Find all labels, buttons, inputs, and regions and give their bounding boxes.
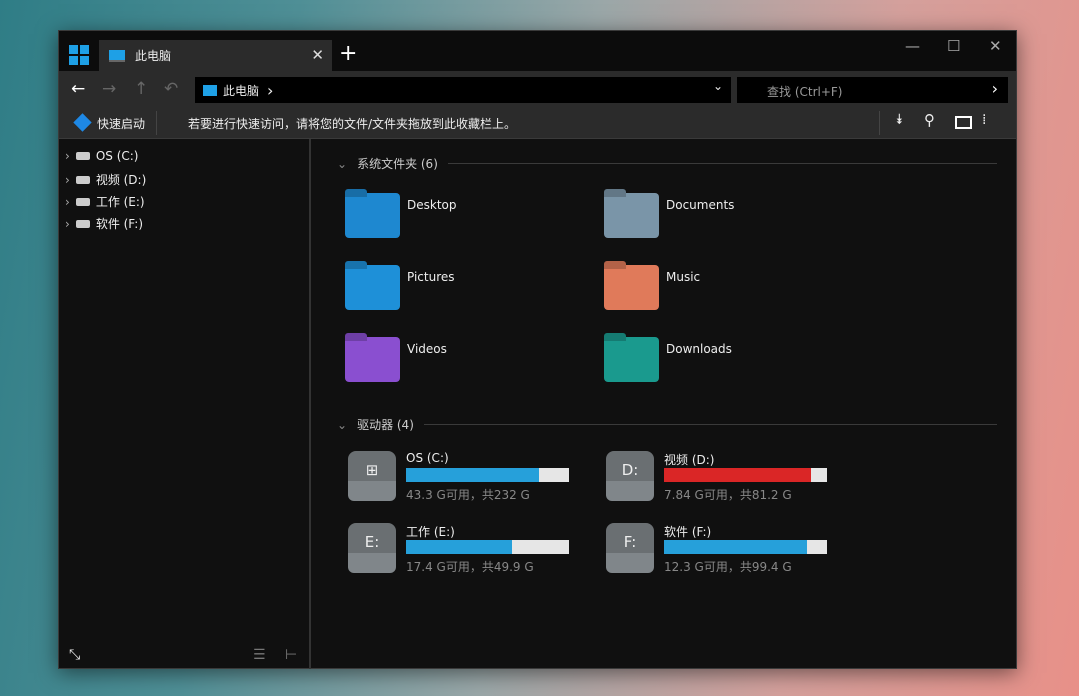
folder-icon (604, 193, 659, 238)
drive-name: OS (C:) (406, 451, 449, 465)
folder-icon (345, 193, 400, 238)
drive-space-info: 43.3 G可用，共232 G (406, 488, 530, 502)
monitor-icon (109, 49, 125, 62)
drive-name: 软件 (F:) (664, 525, 712, 539)
folder-item[interactable]: Pictures (345, 265, 585, 315)
chevron-right-icon[interactable]: › (65, 149, 70, 163)
section-title: 系统文件夹 (6) (357, 157, 438, 171)
drive-space-info: 12.3 G可用，共99.4 G (664, 560, 792, 574)
folder-name: Downloads (666, 342, 732, 356)
drive-icon (75, 175, 90, 184)
drive-usage-bar (406, 468, 569, 482)
chevron-right-icon[interactable]: › (65, 195, 70, 209)
folder-name: Videos (407, 342, 447, 356)
drive-icon (75, 219, 90, 228)
quick-launch-button[interactable]: 快速启动 (97, 115, 145, 132)
folder-icon (604, 337, 659, 382)
tree-item[interactable]: › OS (C:) (65, 149, 138, 163)
outdent-icon[interactable]: ☰ (253, 647, 266, 663)
minimize-button[interactable]: — (905, 37, 920, 55)
folder-item[interactable]: Videos (345, 337, 585, 387)
preview-pane-icon[interactable] (955, 116, 972, 129)
drive-usage-bar (664, 540, 827, 554)
drive-usage-bar (406, 540, 569, 554)
quick-launch-icon (73, 113, 92, 132)
divider (156, 111, 157, 135)
close-window-button[interactable]: ✕ (989, 37, 1002, 55)
chevron-right-icon[interactable]: › (65, 217, 70, 231)
folder-icon (345, 337, 400, 382)
search-go-icon[interactable]: › (992, 79, 998, 98)
drive-icon (75, 197, 90, 206)
folder-item[interactable]: Documents (604, 193, 844, 243)
folder-name: Pictures (407, 270, 455, 284)
address-dropdown-icon[interactable]: ⌄ (713, 79, 723, 93)
new-tab-button[interactable]: + (339, 41, 357, 66)
tree-item[interactable]: › 工作 (E:) (65, 193, 145, 210)
drive-item[interactable]: E: 工作 (E:) 17.4 G可用，共49.9 G (348, 523, 588, 578)
address-bar[interactable]: 此电脑 › ⌄ (195, 77, 731, 103)
folder-icon (345, 265, 400, 310)
maximize-button[interactable]: ☐ (947, 37, 960, 55)
file-explorer-window: 此电脑 ✕ + — ☐ ✕ ← → ↑ ↶ 此电脑 › ⌄ 查找 (Ctrl+F… (58, 30, 1017, 669)
folder-name: Documents (666, 198, 735, 212)
drive-name: 视频 (D:) (664, 453, 715, 467)
hard-drive-icon: F: (606, 523, 654, 573)
tree-item-label: OS (C:) (95, 149, 139, 163)
address-path[interactable]: 此电脑 (223, 82, 259, 99)
folder-item[interactable]: Downloads (604, 337, 844, 387)
search-input[interactable]: 查找 (Ctrl+F) › (737, 77, 1008, 103)
navigation-bar: ← → ↑ ↶ 此电脑 › ⌄ 查找 (Ctrl+F) › (59, 71, 1016, 107)
back-arrow-icon[interactable]: ← (71, 79, 85, 99)
section-title: 驱动器 (4) (357, 418, 414, 432)
tab-label: 此电脑 (135, 49, 172, 63)
section-header-drives[interactable]: ⌄ 驱动器 (4) (337, 416, 997, 433)
folder-item[interactable]: Music (604, 265, 844, 315)
monitor-icon (203, 84, 217, 96)
tab-this-pc[interactable]: 此电脑 ✕ (99, 40, 332, 71)
forward-arrow-icon[interactable]: → (102, 79, 116, 99)
drive-usage-bar (664, 468, 827, 482)
hard-drive-icon: ⊞ (348, 451, 396, 501)
chevron-down-icon: ⌄ (337, 156, 348, 171)
tree-item[interactable]: › 视频 (D:) (65, 171, 146, 188)
favorites-bar: 快速启动 若要进行快速访问，请将您的文件/文件夹拖放到此收藏栏上。 ⯯ ⚲ ⁞ (59, 107, 1016, 139)
hard-drive-icon: D: (606, 451, 654, 501)
section-header-folders[interactable]: ⌄ 系统文件夹 (6) (337, 155, 997, 172)
folder-item[interactable]: Desktop (345, 193, 585, 243)
drive-name: 工作 (E:) (406, 525, 455, 539)
tree-view-icon[interactable]: ⊢ (285, 647, 297, 663)
title-bar: 此电脑 ✕ + — ☐ ✕ (59, 31, 1016, 71)
select-cursor-icon[interactable]: ⁞ (982, 112, 986, 128)
folder-name: Music (666, 270, 701, 284)
hard-drive-icon: E: (348, 523, 396, 573)
main-content: ⌄ 系统文件夹 (6) Desktop Documents Pictures Musi… (313, 139, 1018, 669)
tab-close-icon[interactable]: ✕ (311, 46, 324, 64)
tree-item-label: 工作 (E:) (95, 195, 145, 209)
search-icon[interactable]: ⚲ (924, 111, 935, 129)
undo-icon[interactable]: ↶ (164, 79, 178, 99)
breadcrumb-chevron-icon[interactable]: › (267, 81, 273, 100)
folder-name: Desktop (407, 198, 457, 212)
drive-item[interactable]: D: 视频 (D:) 7.84 G可用，共81.2 G (606, 451, 846, 506)
tree-item[interactable]: › 软件 (F:) (65, 215, 143, 232)
tree-item-label: 视频 (D:) (95, 173, 147, 187)
chevron-right-icon[interactable]: › (65, 173, 70, 187)
drive-item[interactable]: ⊞ OS (C:) 43.3 G可用，共232 G (348, 451, 588, 506)
drive-space-info: 7.84 G可用，共81.2 G (664, 488, 792, 502)
search-placeholder: 查找 (Ctrl+F) (767, 85, 843, 99)
up-arrow-icon[interactable]: ↑ (134, 79, 148, 99)
tree-item-label: 软件 (F:) (95, 217, 144, 231)
divider (879, 111, 880, 135)
sidebar-tree: › OS (C:) › 视频 (D:) › 工作 (E:) › 软件 (F:) ⤡ ☰ ⊢ (59, 139, 311, 669)
favorites-hint: 若要进行快速访问，请将您的文件/文件夹拖放到此收藏栏上。 (188, 117, 517, 131)
drive-space-info: 17.4 G可用，共49.9 G (406, 560, 534, 574)
expand-double-chevron-icon[interactable]: ⯯ (895, 112, 903, 128)
collapse-all-icon[interactable]: ⤡ (69, 647, 80, 663)
folder-icon (604, 265, 659, 310)
chevron-down-icon: ⌄ (337, 417, 348, 432)
drive-icon (75, 152, 90, 160)
app-logo-icon[interactable] (69, 45, 89, 65)
drive-item[interactable]: F: 软件 (F:) 12.3 G可用，共99.4 G (606, 523, 846, 578)
